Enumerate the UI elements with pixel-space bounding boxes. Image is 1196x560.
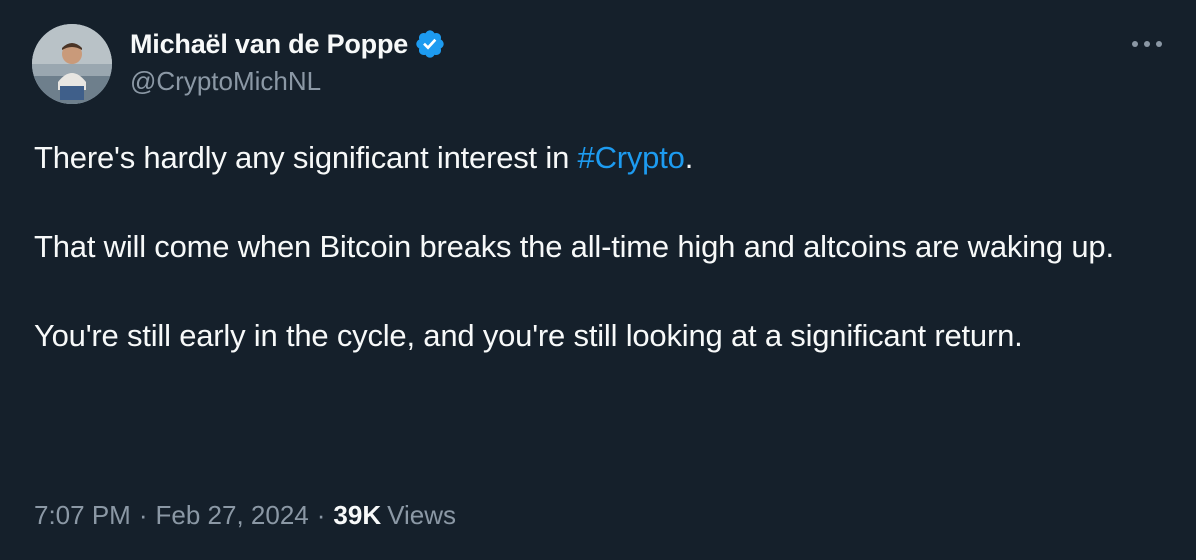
verified-badge-icon[interactable] xyxy=(414,28,446,60)
author-handle[interactable]: @CryptoMichNL xyxy=(130,66,446,97)
avatar-photo-icon xyxy=(32,24,112,104)
meta-separator: · xyxy=(138,500,148,530)
author-block: Michaël van de Poppe @CryptoMichNL xyxy=(130,24,446,97)
views-label: Views xyxy=(387,500,456,530)
tweet-paragraph: There's hardly any significant interest … xyxy=(34,136,1154,180)
author-display-name[interactable]: Michaël van de Poppe xyxy=(130,29,408,60)
paragraph-text: . xyxy=(684,140,694,175)
tweet-text: There's hardly any significant interest … xyxy=(34,136,1154,358)
tweet-card: Michaël van de Poppe @CryptoMichNL There… xyxy=(0,0,1196,560)
tweet-time[interactable]: 7:07 PM xyxy=(34,500,131,531)
views-count[interactable]: 39K xyxy=(333,500,381,531)
more-options-button[interactable] xyxy=(1125,28,1169,60)
author-avatar[interactable] xyxy=(32,24,112,104)
hashtag-link[interactable]: #Crypto xyxy=(578,140,685,175)
name-row: Michaël van de Poppe xyxy=(130,24,446,64)
tweet-paragraph: You're still early in the cycle, and you… xyxy=(34,318,1023,353)
paragraph-text: There's hardly any significant interest … xyxy=(34,140,578,175)
more-horizontal-icon xyxy=(1132,41,1162,47)
tweet-paragraph: That will come when Bitcoin breaks the a… xyxy=(34,229,1114,264)
meta-separator: · xyxy=(316,500,326,530)
tweet-meta: 7:07 PM · Feb 27, 2024 · 39K Views xyxy=(34,500,456,531)
tweet-date[interactable]: Feb 27, 2024 xyxy=(156,500,309,531)
